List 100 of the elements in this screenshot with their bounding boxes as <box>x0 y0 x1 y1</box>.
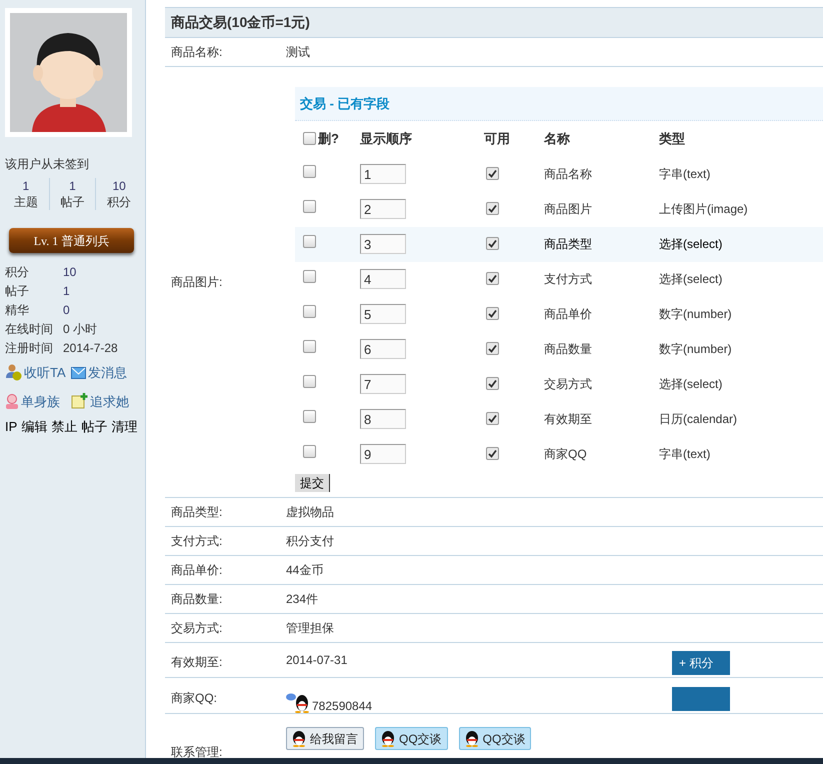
column-header: 显示顺序 <box>360 130 413 148</box>
field-value: 44金币 <box>286 562 324 579</box>
qq-number: 782590844 <box>312 698 372 716</box>
field-label: 商品数量: <box>171 590 222 608</box>
delete-checkbox[interactable] <box>303 305 316 318</box>
leave-message-button[interactable]: 给我留言 <box>286 727 364 750</box>
qq-penguin-icon <box>292 730 306 747</box>
order-input[interactable]: 3 <box>360 234 406 254</box>
delete-checkbox[interactable] <box>303 340 316 354</box>
side-tab-button[interactable]: + 积分 <box>672 651 730 675</box>
admin-link[interactable]: 禁止 <box>51 417 78 436</box>
action-link[interactable]: 追求她 <box>71 392 141 411</box>
order-input[interactable]: 8 <box>360 409 406 430</box>
field-label: 商品单价: <box>171 562 222 579</box>
column-header: 可用 <box>484 130 511 148</box>
field-name: 商品图片 <box>544 201 593 218</box>
delete-checkbox[interactable] <box>303 445 316 458</box>
field-type: 数字(number) <box>659 306 733 324</box>
field-value: 2014-07-31 <box>286 652 348 668</box>
enabled-checkbox[interactable] <box>486 202 499 216</box>
qq-chat-button[interactable]: QQ交谈 <box>458 727 532 750</box>
order-input[interactable]: 1 <box>360 164 406 184</box>
action-link[interactable]: 单身族 <box>5 392 71 411</box>
person-icon <box>5 394 19 409</box>
qq-chat-button[interactable]: QQ交谈 <box>375 727 448 750</box>
info-link[interactable]: 10 <box>63 263 76 282</box>
info-label: 积分 <box>5 264 30 281</box>
enabled-checkbox[interactable] <box>486 237 499 250</box>
field-name: 有效期至 <box>544 411 593 428</box>
submit-button[interactable]: 提交 <box>295 474 330 492</box>
delete-checkbox[interactable] <box>303 410 316 424</box>
delete-checkbox[interactable] <box>303 200 316 214</box>
order-input[interactable]: 5 <box>360 304 406 324</box>
field-type: 选择(select) <box>659 376 724 394</box>
field-type: 字串(text) <box>659 446 712 464</box>
field-name: 商品名称 <box>544 166 593 184</box>
field-type: 选择(select) <box>659 236 724 254</box>
delete-checkbox[interactable] <box>303 270 316 284</box>
enabled-checkbox[interactable] <box>486 342 499 356</box>
stat-value[interactable]: 10 <box>112 178 126 194</box>
field-type: 选择(select) <box>659 271 724 288</box>
enabled-checkbox[interactable] <box>486 447 499 460</box>
action-link[interactable]: 收听TA <box>5 363 71 382</box>
field-name: 商品单价 <box>544 306 593 324</box>
info-link[interactable]: 1 <box>63 282 70 301</box>
field-value: 虚拟物品 <box>286 504 334 521</box>
select-all-checkbox[interactable] <box>303 132 316 146</box>
field-label: 支付方式: <box>171 532 222 550</box>
field-name: 商品数量 <box>544 341 593 358</box>
order-input[interactable]: 9 <box>360 444 406 464</box>
column-header: 名称 <box>544 130 571 148</box>
order-input[interactable]: 7 <box>360 374 406 394</box>
delete-checkbox[interactable] <box>303 165 316 178</box>
field-label: 有效期至: <box>171 654 222 671</box>
table-title: 交易 - 已有字段 <box>295 86 823 121</box>
info-label: 在线时间 <box>5 321 54 338</box>
info-label: 帖子 <box>5 283 30 300</box>
info-label: 注册时间 <box>5 340 54 357</box>
delete-checkbox[interactable] <box>303 235 316 248</box>
field-label: 商品名称: <box>171 44 222 61</box>
stat-value[interactable]: 1 <box>69 178 76 194</box>
admin-link[interactable]: 帖子 <box>81 417 108 436</box>
stat-label: 帖子 <box>60 194 84 210</box>
enabled-checkbox[interactable] <box>486 307 499 320</box>
field-label: 商家QQ: <box>171 690 218 707</box>
field-value: 积分支付 <box>286 532 334 550</box>
field-label: 交易方式: <box>171 620 222 637</box>
field-name: 交易方式 <box>544 376 593 394</box>
field-type: 数字(number) <box>659 341 733 358</box>
info-value: 2014-7-28 <box>63 340 118 357</box>
field-type: 日历(calendar) <box>659 411 738 428</box>
action-link[interactable]: 发消息 <box>71 363 141 382</box>
qq-penguin-icon <box>464 730 479 747</box>
enabled-checkbox[interactable] <box>486 377 499 390</box>
field-type: 上传图片(image) <box>659 201 749 218</box>
qq-penguin-icon <box>286 693 312 714</box>
admin-link[interactable]: 清理 <box>111 417 138 436</box>
admin-link[interactable]: IP <box>5 417 18 436</box>
order-input[interactable]: 6 <box>360 339 406 360</box>
order-input[interactable]: 2 <box>360 199 406 220</box>
enabled-checkbox[interactable] <box>486 167 499 180</box>
field-label: 商品图片: <box>171 274 222 291</box>
column-header: 类型 <box>659 130 686 148</box>
admin-link[interactable]: 编辑 <box>21 417 48 436</box>
enabled-checkbox[interactable] <box>486 272 499 286</box>
field-name: 商品类型 <box>544 236 593 254</box>
envelope-icon <box>71 366 86 379</box>
stat-value[interactable]: 1 <box>22 178 30 194</box>
field-type: 字串(text) <box>659 166 712 184</box>
field-value: 234件 <box>286 590 318 608</box>
order-input[interactable]: 4 <box>360 269 406 290</box>
info-link[interactable]: 0 <box>63 301 70 320</box>
field-name: 商家QQ <box>544 446 588 464</box>
stat-label: 积分 <box>107 194 132 210</box>
delete-checkbox[interactable] <box>303 375 316 388</box>
section-header: 商品交易(10金币=1元) <box>165 7 823 38</box>
enabled-checkbox[interactable] <box>486 412 499 426</box>
field-value: 管理担保 <box>286 620 334 637</box>
field-label: 联系管理: <box>171 744 222 762</box>
field-label: 商品类型: <box>171 504 222 521</box>
